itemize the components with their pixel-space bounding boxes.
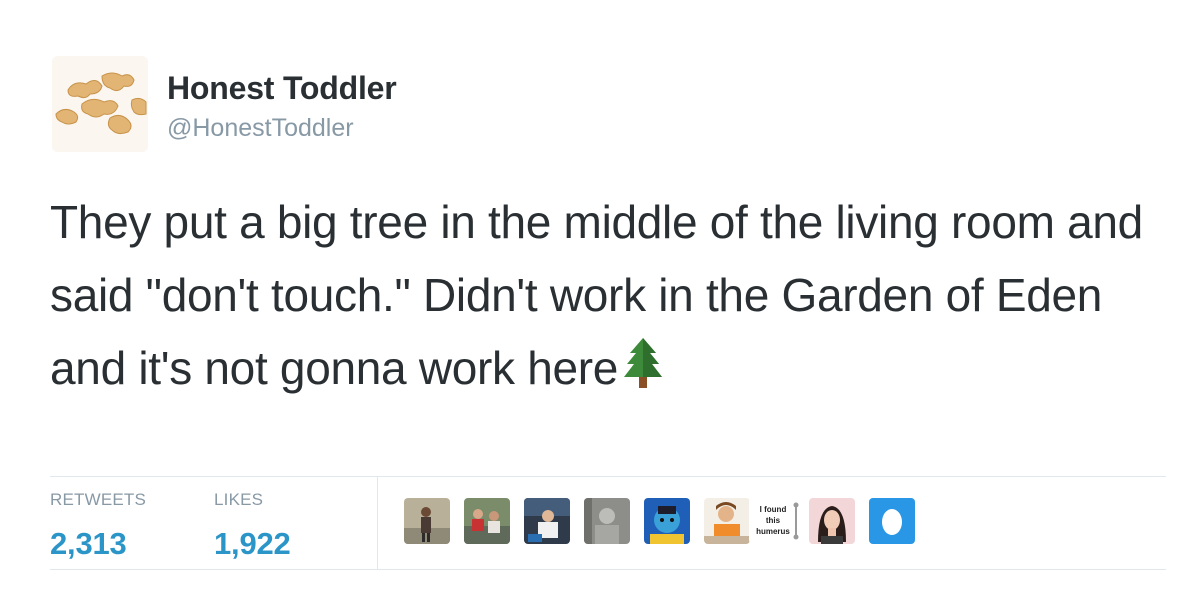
evergreen-tree-icon — [624, 338, 663, 388]
svg-text:I found: I found — [760, 505, 787, 514]
liker-avatar[interactable] — [584, 498, 630, 544]
tweet-text: They put a big tree in the middle of the… — [50, 186, 1160, 405]
liker-avatar[interactable] — [809, 498, 855, 544]
tweet-text-body: They put a big tree in the middle of the… — [50, 196, 1143, 394]
animal-crackers-avatar — [52, 56, 148, 152]
person-standing-avatar — [404, 498, 450, 544]
svg-text:humerus: humerus — [756, 527, 790, 536]
author-handle[interactable]: @HonestToddler — [167, 114, 354, 143]
author-name[interactable]: Honest Toddler — [167, 70, 397, 107]
woman-portrait-avatar — [809, 498, 855, 544]
gray-photo-avatar — [584, 498, 630, 544]
retweets-label: RETWEETS — [50, 490, 147, 509]
stats-top-divider — [50, 476, 1166, 477]
liker-avatar[interactable] — [524, 498, 570, 544]
liker-avatar[interactable] — [704, 498, 750, 544]
humerus-text-avatar: I found this humerus — [749, 498, 803, 544]
group-photo-avatar — [464, 498, 510, 544]
blue-portrait-avatar — [644, 498, 690, 544]
liker-avatar[interactable] — [464, 498, 510, 544]
likes-label: LIKES — [214, 490, 264, 509]
retweets-count: 2,313 — [50, 526, 127, 561]
liker-avatar[interactable]: I found this humerus — [749, 498, 803, 544]
retweets-stat[interactable]: RETWEETS 2,313 — [50, 490, 146, 562]
stats-vertical-divider — [377, 477, 378, 569]
svg-text:this: this — [766, 516, 781, 525]
seated-person-avatar — [524, 498, 570, 544]
orange-child-avatar — [704, 498, 750, 544]
default-egg-avatar — [869, 498, 915, 544]
likes-count: 1,922 — [214, 526, 291, 561]
liker-avatar[interactable] — [404, 498, 450, 544]
liker-avatar[interactable] — [644, 498, 690, 544]
likes-stat[interactable]: LIKES 1,922 — [214, 490, 291, 562]
liker-avatar[interactable] — [869, 498, 915, 544]
stats-bottom-divider — [50, 569, 1166, 570]
author-avatar[interactable] — [52, 56, 148, 152]
